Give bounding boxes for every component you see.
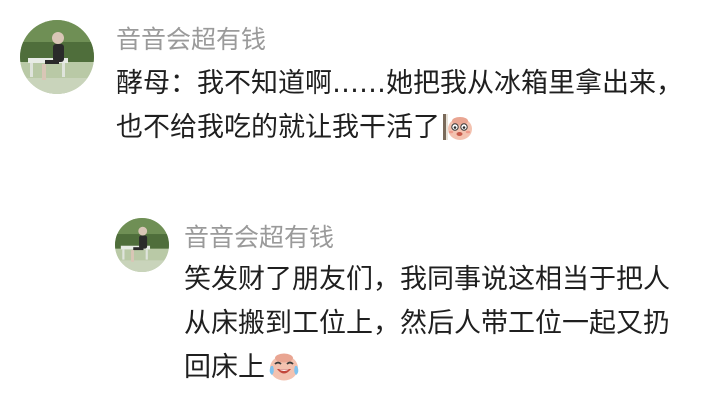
avatar-image [115, 218, 169, 272]
avatar-image [20, 20, 94, 94]
username[interactable]: 音音会超有钱 [184, 218, 334, 254]
comment-text-line: 笑发财了朋友们，我同事说这相当于把人 [184, 264, 670, 295]
comment-text-segment: 也不给我吃的就让我干活了 [116, 112, 440, 143]
username[interactable]: 音音会超有钱 [116, 20, 266, 56]
comment-text-line: 也不给我吃的就让我干活了 [116, 106, 706, 150]
comment-text: 笑发财了朋友们，我同事说这相当于把人 从床搬到工位上，然后人带工位一起又扔 回床… [184, 258, 704, 390]
peeking-face-emoji-icon [442, 112, 474, 142]
comment-text-segment: 回床上 [184, 352, 265, 383]
comment-text-line: 酵母：我不知道啊……她把我从冰箱里拿出来， [116, 68, 683, 99]
comment-text: 酵母：我不知道啊……她把我从冰箱里拿出来， 也不给我吃的就让我干活了 [116, 62, 706, 150]
avatar[interactable] [20, 20, 94, 94]
comment-text-line: 从床搬到工位上，然后人带工位一起又扔 [184, 308, 670, 339]
crying-laughing-face-emoji-icon [267, 350, 301, 382]
comment-text-line: 回床上 [184, 346, 704, 390]
avatar[interactable] [115, 218, 169, 272]
